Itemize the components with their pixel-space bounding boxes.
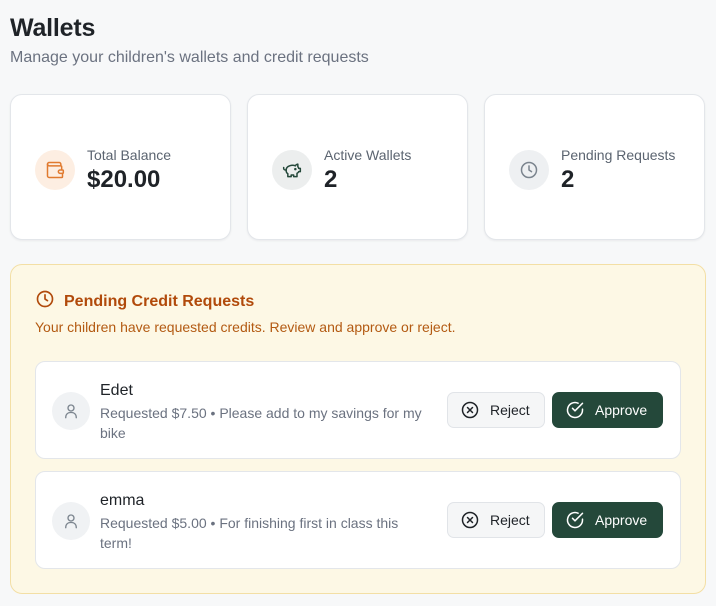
request-detail: Requested $7.50 • Please add to my savin… bbox=[100, 405, 422, 441]
panel-description: Your children have requested credits. Re… bbox=[35, 319, 456, 335]
x-circle-icon bbox=[461, 401, 479, 419]
approve-label: Approve bbox=[595, 402, 648, 418]
stat-value: $20.00 bbox=[87, 166, 161, 193]
check-circle-icon bbox=[566, 401, 584, 419]
approve-button[interactable]: Approve bbox=[552, 502, 663, 538]
clock-icon bbox=[509, 150, 549, 190]
piggy-bank-icon bbox=[272, 150, 312, 190]
stat-label: Total Balance bbox=[87, 147, 172, 163]
reject-label: Reject bbox=[490, 402, 530, 418]
x-circle-icon bbox=[461, 511, 479, 529]
request-detail: Requested $5.00 • For finishing first in… bbox=[100, 515, 399, 551]
reject-button[interactable]: Reject bbox=[447, 502, 545, 538]
page-title: Wallets bbox=[10, 14, 96, 42]
user-icon bbox=[65, 514, 77, 529]
panel-title: Pending Credit Requests bbox=[64, 292, 255, 310]
wallets-page: Wallets Manage your children's wallets a… bbox=[0, 0, 716, 606]
reject-button[interactable]: Reject bbox=[447, 392, 545, 428]
wallet-icon bbox=[35, 150, 75, 190]
stat-card-active-wallets: Active Wallets 2 bbox=[247, 94, 468, 240]
reject-label: Reject bbox=[490, 512, 530, 528]
requester-name: emma bbox=[100, 492, 145, 509]
stat-value: 2 bbox=[324, 166, 338, 193]
approve-button[interactable]: Approve bbox=[552, 392, 663, 428]
check-circle-icon bbox=[566, 511, 584, 529]
user-icon bbox=[65, 404, 77, 419]
stat-card-total-balance: Total Balance $20.00 bbox=[10, 94, 231, 240]
request-card: emma Requested $5.00 • For finishing fir… bbox=[35, 471, 681, 569]
pending-credit-requests-panel: Pending Credit Requests Your children ha… bbox=[10, 264, 706, 594]
stat-card-pending-requests: Pending Requests 2 bbox=[484, 94, 705, 240]
stat-label: Active Wallets bbox=[324, 147, 412, 163]
requester-name: Edet bbox=[100, 382, 133, 399]
avatar bbox=[52, 392, 90, 430]
avatar bbox=[52, 502, 90, 540]
stat-value: 2 bbox=[561, 166, 575, 193]
clock-icon bbox=[35, 289, 55, 314]
request-card: Edet Requested $7.50 • Please add to my … bbox=[35, 361, 681, 459]
stat-label: Pending Requests bbox=[561, 147, 676, 163]
page-subtitle: Manage your children's wallets and credi… bbox=[10, 49, 369, 66]
approve-label: Approve bbox=[595, 512, 648, 528]
